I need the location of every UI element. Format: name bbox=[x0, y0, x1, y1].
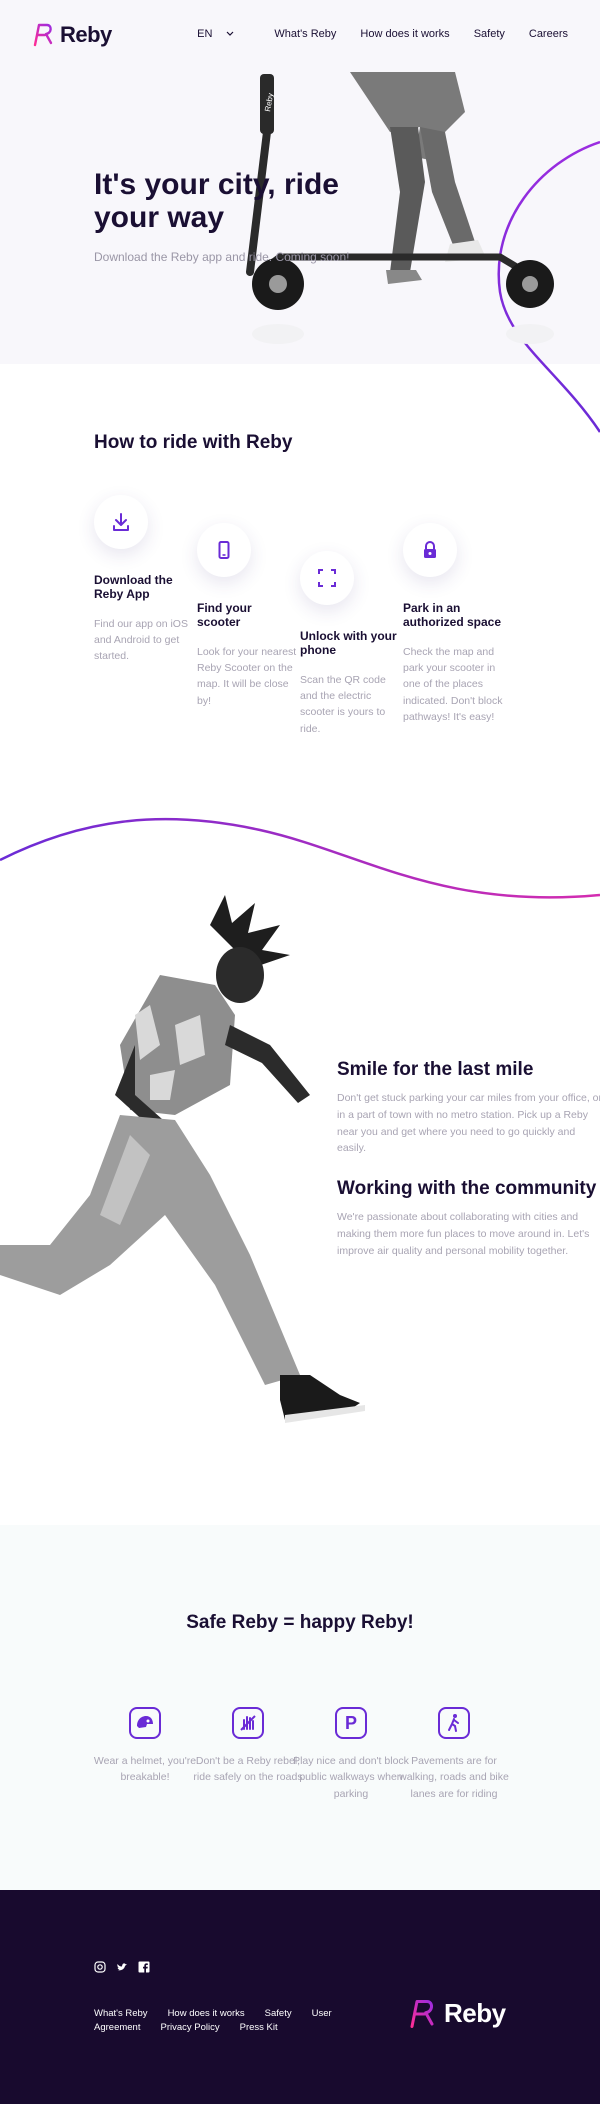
hero-title: It's your city, ride your way bbox=[94, 168, 339, 234]
site-footer: What's Reby How does it works Safety User A… bbox=[0, 1890, 600, 2104]
safety-item-pedestrian: Pavements are for walking, roads and bik… bbox=[396, 1707, 512, 1802]
step-title: Unlock with your phone bbox=[300, 629, 397, 658]
hero-subtitle: Download the Reby app and ride. Coming s… bbox=[94, 250, 350, 264]
parking-icon: P bbox=[335, 1707, 367, 1739]
step-title: Park in an authorized space bbox=[403, 601, 502, 630]
main-nav: EN What's Reby How does it works Safety … bbox=[197, 28, 568, 40]
step-description: Find our app on iOS and Android to get s… bbox=[94, 617, 188, 663]
lock-icon bbox=[403, 523, 457, 577]
feature-title-community: Working with the community bbox=[337, 1178, 597, 1199]
footer-link-whats-reby[interactable]: What's Reby bbox=[94, 2008, 148, 2019]
footer-link-press-kit[interactable]: Press Kit bbox=[240, 2022, 278, 2033]
footer-link-safety[interactable]: Safety bbox=[265, 2008, 292, 2019]
safety-item-text: Wear a helmet, you're breakable! bbox=[93, 1755, 197, 1784]
reby-logo-icon bbox=[410, 1999, 434, 2028]
nav-link-whats-reby[interactable]: What's Reby bbox=[274, 28, 336, 40]
nav-link-careers[interactable]: Careers bbox=[529, 28, 568, 40]
step-title: Download the Reby App bbox=[94, 573, 173, 602]
scan-icon bbox=[300, 551, 354, 605]
brand-logo[interactable]: Reby bbox=[32, 22, 112, 48]
footer-brand-logo[interactable]: Reby bbox=[408, 1998, 506, 2029]
step-title: Find your scooter bbox=[197, 601, 252, 630]
safety-item-no-rebel: Don't be a Reby rebel, ride safely on th… bbox=[190, 1707, 306, 1786]
footer-links: What's Reby How does it works Safety User A… bbox=[94, 2007, 364, 2035]
safety-item-helmet: Wear a helmet, you're breakable! bbox=[87, 1707, 203, 1786]
safety-title: Safe Reby = happy Reby! bbox=[186, 1612, 414, 1633]
footer-link-how-it-works[interactable]: How does it works bbox=[168, 2008, 245, 2019]
step-description: Scan the QR code and the electric scoote… bbox=[300, 673, 386, 735]
pedestrian-icon bbox=[438, 1707, 470, 1739]
language-selector[interactable]: EN bbox=[197, 28, 234, 40]
safety-item-text: Pavements are for walking, roads and bik… bbox=[399, 1755, 509, 1800]
download-icon bbox=[94, 495, 148, 549]
site-header: Reby EN What's Reby How does it works Sa… bbox=[0, 0, 600, 72]
phone-icon bbox=[197, 523, 251, 577]
nav-link-how-it-works[interactable]: How does it works bbox=[360, 28, 449, 40]
step-download: Download the Reby App Find our app on iO… bbox=[94, 495, 194, 665]
language-label: EN bbox=[197, 28, 213, 40]
safety-item-text: Don't be a Reby rebel, ride safely on th… bbox=[193, 1755, 303, 1784]
brand-name: Reby bbox=[60, 22, 112, 47]
step-park: Park in an authorized space Check the ma… bbox=[403, 523, 503, 725]
feature-text-last-mile: Don't get stuck parking your car miles f… bbox=[337, 1092, 600, 1155]
chevron-down-icon bbox=[226, 31, 234, 36]
jumping-man-photo bbox=[0, 895, 365, 1423]
step-unlock: Unlock with your phone Scan the QR code … bbox=[300, 551, 400, 737]
footer-link-privacy-policy[interactable]: Privacy Policy bbox=[160, 2022, 219, 2033]
feature-title-last-mile: Smile for the last mile bbox=[337, 1059, 534, 1080]
footer-brand-name: Reby bbox=[444, 1998, 506, 2028]
safety-item-text: Play nice and don't block public walkway… bbox=[293, 1755, 409, 1800]
safety-item-parking: P Play nice and don't block public walkw… bbox=[293, 1707, 409, 1802]
step-find-scooter: Find your scooter Look for your nearest … bbox=[197, 523, 297, 709]
reby-logo-icon bbox=[33, 23, 53, 47]
no-rebel-icon bbox=[232, 1707, 264, 1739]
step-description: Look for your nearest Reby Scooter on th… bbox=[197, 645, 297, 707]
facebook-icon[interactable] bbox=[138, 1960, 150, 1973]
step-description: Check the map and park your scooter in o… bbox=[403, 645, 503, 723]
helmet-icon bbox=[129, 1707, 161, 1739]
feature-text-community: We're passionate about collaborating wit… bbox=[337, 1211, 590, 1257]
nav-link-safety[interactable]: Safety bbox=[474, 28, 505, 40]
social-links bbox=[94, 1960, 150, 1973]
twitter-icon[interactable] bbox=[116, 1960, 128, 1972]
instagram-icon[interactable] bbox=[94, 1960, 106, 1973]
